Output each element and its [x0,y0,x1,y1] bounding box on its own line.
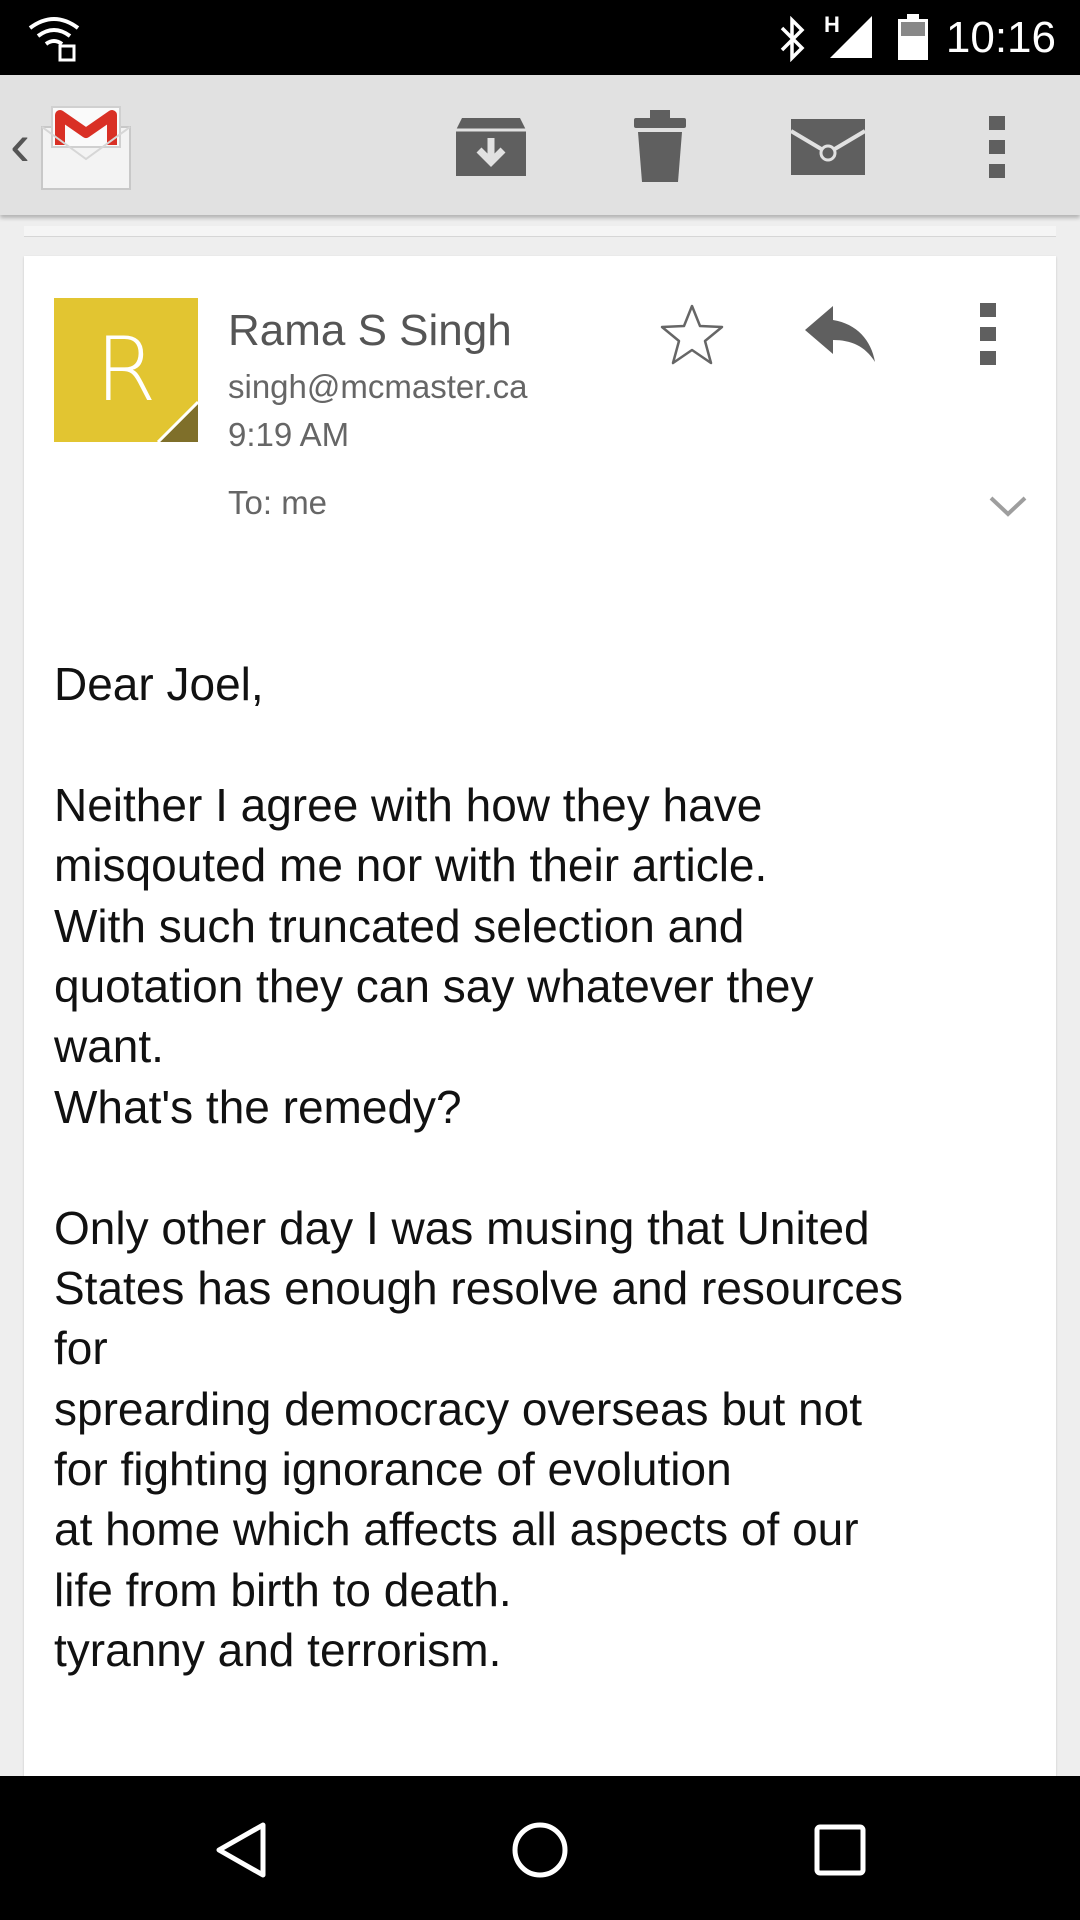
body-line [54,1137,1044,1197]
body-line: for [54,1322,108,1375]
archive-button[interactable] [449,105,533,189]
message-more-button[interactable] [946,292,1030,376]
recipients: To: me [228,484,328,521]
expand-details-button[interactable] [976,474,1040,538]
status-bar: H 10:16 [0,0,1080,75]
nav-recents-button[interactable] [798,1808,882,1892]
nav-home-button[interactable] [498,1808,582,1892]
reply-icon [805,306,875,362]
body-line: tyranny and terrorism. [54,1624,502,1677]
sender-name: Rama S Singh [228,306,512,355]
back-chevron-icon[interactable]: ‹ [10,115,30,175]
body-line: for fighting ignorance of evolution [54,1443,732,1496]
body-line: Dear Joel, [54,658,264,710]
sent-time: 9:19 AM [228,416,350,453]
collapsed-message-strip [24,226,1056,237]
mark-unread-button[interactable] [786,105,870,189]
signal-icon [826,16,874,65]
gmail-icon[interactable] [38,101,134,191]
bluetooth-icon [776,15,808,67]
back-nav-icon [216,1822,266,1878]
body-line: want. [54,1020,164,1073]
body-line: States has enough resolve and resources [54,1261,903,1314]
more-options-button[interactable] [955,105,1039,189]
more-options-icon [989,116,1005,178]
chevron-down-icon [989,496,1027,517]
message-card: R Rama S Singh singh@mcmaster.ca 9:19 AM… [24,256,1056,1776]
navigation-bar [0,1776,1080,1920]
body-line: Neither I agree with how they have [54,778,763,831]
delete-button[interactable] [618,105,702,189]
home-nav-icon [512,1822,568,1878]
body-line [54,714,1044,774]
body-line: at home which affects all aspects of our [54,1503,859,1556]
archive-icon [456,118,526,176]
body-line: With such truncated selection and [54,899,745,952]
battery-icon [898,14,928,65]
delete-icon [634,110,686,182]
body-line: Only other day I was musing that United [54,1201,870,1254]
body-line: misqouted me nor with their article. [54,839,768,892]
mark-unread-icon [791,119,865,175]
body-line: What's the remedy? [54,1080,462,1133]
recents-nav-icon [814,1824,866,1876]
body-line: quotation they can say whatever they [54,959,814,1012]
action-bar: ‹ [0,75,1080,215]
message-body: Dear Joel, Neither I agree with how they… [54,654,1044,1681]
body-line: life from birth to death. [54,1563,512,1616]
status-time: 10:16 [945,13,1056,62]
reply-button[interactable] [798,292,882,376]
sender-email: singh@mcmaster.ca [228,368,528,405]
more-vertical-icon [980,303,996,365]
body-line: sprearding democracy overseas but not [54,1382,862,1435]
sender-avatar[interactable]: R [54,298,198,442]
star-button[interactable] [650,292,734,376]
avatar-corner-icon [156,400,198,442]
star-icon [660,304,724,365]
nav-back-button[interactable] [198,1808,282,1892]
wifi-icon [26,12,82,67]
